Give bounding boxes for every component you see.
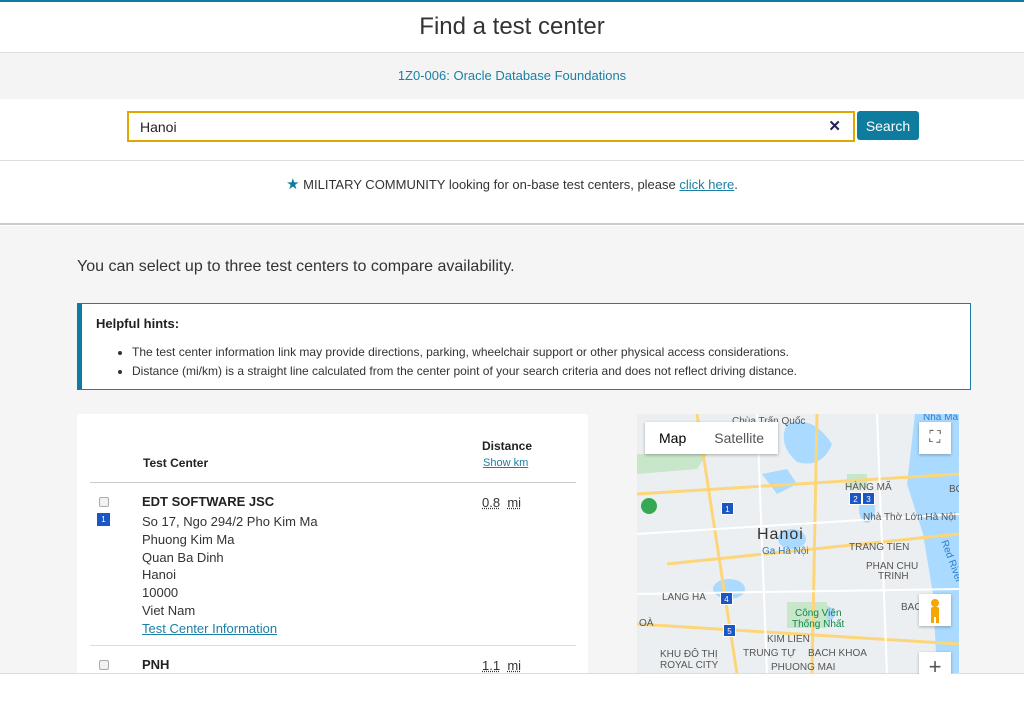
address-line: Phuong Kim Ma bbox=[142, 531, 235, 547]
exam-link[interactable]: 1Z0-006: Oracle Database Foundations bbox=[398, 68, 626, 83]
map-label: Thống Nhất bbox=[792, 619, 845, 630]
map-pin-icon: 1 bbox=[97, 513, 110, 526]
map-label: Hanoi bbox=[757, 526, 804, 543]
exam-bar: 1Z0-006: Oracle Database Foundations bbox=[0, 53, 1024, 99]
fullscreen-icon[interactable]: ⛶ bbox=[919, 422, 951, 454]
hints-list: The test center information link may pro… bbox=[96, 345, 956, 378]
map-label: OÀ bbox=[639, 618, 654, 629]
map-pin-icon[interactable]: 4 bbox=[720, 592, 733, 605]
distance-number: 0.8 bbox=[482, 495, 501, 510]
map-label: Nhà Thờ Lớn Hà Nội bbox=[863, 512, 956, 523]
military-notice: ★ MILITARY COMMUNITY looking for on-base… bbox=[0, 161, 1024, 225]
clear-icon[interactable]: ✕ bbox=[828, 117, 841, 135]
distance-value: 1.1 mi bbox=[482, 658, 521, 673]
tab-map[interactable]: Map bbox=[645, 422, 700, 454]
table-row: PNH 1.1 mi bbox=[90, 647, 576, 674]
page-footer bbox=[0, 673, 1024, 709]
results-area: You can select up to three test centers … bbox=[0, 226, 1024, 674]
distance-value: 0.8 mi bbox=[482, 495, 521, 510]
map-type-tabs: Map Satellite bbox=[645, 422, 779, 454]
intro-text: You can select up to three test centers … bbox=[77, 258, 515, 275]
address-line: Viet Nam bbox=[142, 602, 196, 618]
map-pin-icon[interactable]: 3 bbox=[862, 492, 875, 505]
search-input[interactable] bbox=[129, 113, 819, 140]
select-checkbox[interactable] bbox=[99, 497, 109, 507]
column-distance: Distance bbox=[482, 439, 533, 453]
map-pin-icon[interactable]: 1 bbox=[721, 502, 734, 515]
list-header: Test Center Distance Show km bbox=[90, 414, 576, 483]
map-label: KHU ĐÔ THỊ bbox=[660, 649, 718, 660]
military-text: MILITARY COMMUNITY looking for on-base t… bbox=[303, 177, 680, 192]
military-link[interactable]: click here bbox=[679, 177, 734, 192]
map-label: PHUONG MAI bbox=[771, 662, 836, 673]
distance-number: 1.1 bbox=[482, 658, 501, 673]
military-suffix: . bbox=[734, 177, 738, 192]
distance-unit: mi bbox=[507, 658, 522, 673]
search-row: ✕ Search bbox=[0, 99, 1024, 161]
page-title: Find a test center bbox=[419, 13, 605, 40]
map-label: ROYAL CITY bbox=[660, 660, 719, 671]
map-view[interactable]: Map Satellite ⛶ + Chùa Trấn Quốc Nhà Ma … bbox=[637, 414, 959, 674]
hint-item: Distance (mi/km) is a straight line calc… bbox=[132, 364, 956, 378]
map-label: TRANG TIEN bbox=[849, 542, 910, 553]
distance-unit: mi bbox=[507, 495, 522, 510]
map-label: TRUNG TỰ bbox=[743, 648, 796, 659]
map-pin-icon[interactable]: 2 bbox=[849, 492, 862, 505]
address-line: So 17, Ngo 294/2 Pho Kim Ma bbox=[142, 514, 318, 529]
search-button[interactable]: Search bbox=[857, 111, 919, 140]
search-box: ✕ bbox=[127, 111, 855, 142]
helpful-hints: Helpful hints: The test center informati… bbox=[77, 303, 971, 390]
hints-title: Helpful hints: bbox=[96, 316, 180, 331]
tab-satellite[interactable]: Satellite bbox=[700, 422, 778, 454]
map-label: Công Viên bbox=[795, 608, 842, 619]
zoom-in-button[interactable]: + bbox=[919, 652, 951, 674]
map-label: BACH KHOA bbox=[808, 648, 867, 659]
select-checkbox[interactable] bbox=[99, 660, 109, 670]
map-pin-icon[interactable]: 5 bbox=[723, 624, 736, 637]
map-label: Ga Hà Nội bbox=[762, 546, 809, 557]
pegman-icon[interactable] bbox=[919, 594, 951, 626]
address-line: Hanoi bbox=[142, 567, 176, 583]
test-center-list: Test Center Distance Show km 1 EDT SOFTW… bbox=[77, 414, 588, 674]
test-center-info-link[interactable]: Test Center Information bbox=[142, 621, 277, 636]
map-label: LANG HA bbox=[662, 592, 706, 603]
map-label: KIM LIEN bbox=[767, 634, 810, 645]
address-line: 10000 bbox=[142, 585, 179, 601]
star-icon: ★ bbox=[286, 176, 300, 193]
test-center-address: So 17, Ngo 294/2 Pho Kim Ma Phuong Kim M… bbox=[142, 513, 318, 638]
test-center-name: EDT SOFTWARE JSC bbox=[142, 494, 275, 509]
test-center-name: PNH bbox=[142, 657, 170, 672]
column-test-center: Test Center bbox=[143, 456, 209, 470]
map-label: BO bbox=[949, 484, 959, 495]
page-header: Find a test center bbox=[0, 0, 1024, 53]
map-label: TRINH bbox=[878, 571, 909, 582]
table-row: 1 EDT SOFTWARE JSC So 17, Ngo 294/2 Pho … bbox=[90, 484, 576, 646]
address-line: Quan Ba Dinh bbox=[142, 549, 224, 565]
show-km-link[interactable]: Show km bbox=[483, 457, 528, 469]
hint-item: The test center information link may pro… bbox=[132, 345, 956, 359]
